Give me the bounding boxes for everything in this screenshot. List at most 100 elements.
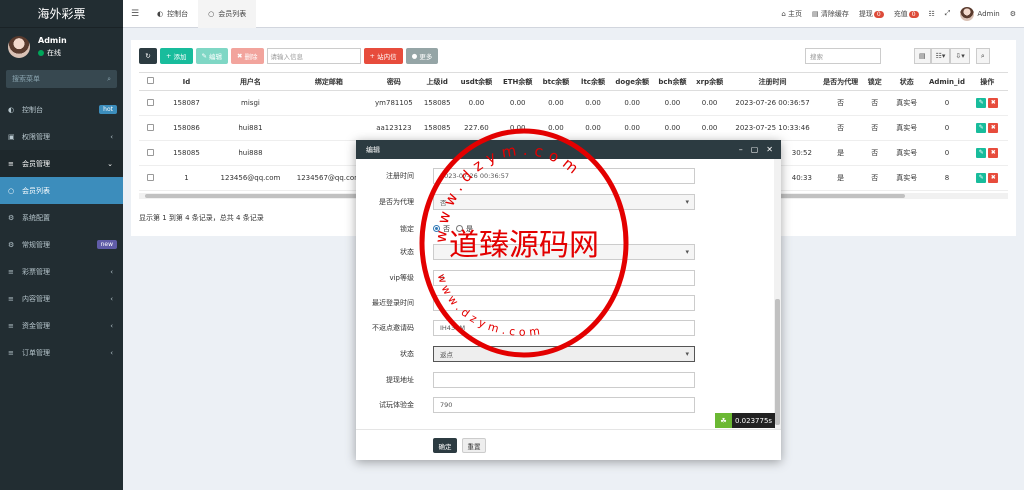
- col-header[interactable]: 用户名: [211, 72, 290, 91]
- sidebar-item-system-config[interactable]: ⚙ 系统配置: [0, 204, 123, 231]
- row-checkbox[interactable]: [139, 165, 162, 191]
- tab-dashboard[interactable]: ◐ 控制台: [147, 0, 198, 28]
- row-edit-icon[interactable]: ✎: [976, 98, 987, 108]
- sidebar-item-funds[interactable]: ≡ 资金管理 ‹: [0, 312, 123, 339]
- col-header[interactable]: usdt余额: [454, 72, 499, 91]
- is-agent-select[interactable]: 否: [433, 193, 695, 210]
- cell: 8: [927, 165, 967, 191]
- minimize-icon[interactable]: –: [739, 145, 743, 154]
- sidebar-item-lottery[interactable]: ≡ 彩票管理 ‹: [0, 258, 123, 285]
- row-delete-icon[interactable]: ✖: [988, 173, 999, 183]
- table-header-row: Id 用户名 绑定邮箱 密码 上级id usdt余额 ETH余额 btc余额 l…: [139, 72, 1008, 91]
- last-login-input[interactable]: [433, 294, 695, 311]
- recharge-link[interactable]: 充值 0: [894, 9, 919, 19]
- row-edit-icon[interactable]: ✎: [976, 148, 987, 158]
- cell: 1: [161, 165, 212, 191]
- settings-gear-icon[interactable]: ⚙: [1010, 10, 1016, 18]
- refresh-button[interactable]: ↻: [139, 48, 157, 64]
- delete-button[interactable]: ✖ 删除: [231, 48, 264, 64]
- row-checkbox[interactable]: [139, 90, 162, 116]
- menu-toggle-icon[interactable]: ☰: [123, 9, 147, 19]
- rebate-status-select[interactable]: 返点: [433, 345, 695, 362]
- language-icon[interactable]: ☷: [929, 10, 935, 18]
- row-delete-icon[interactable]: ✖: [988, 123, 999, 133]
- col-header[interactable]: ETH余额: [498, 72, 538, 91]
- refresh-icon: ↻: [145, 52, 151, 60]
- sidebar-item-general[interactable]: ⚙ 常规管理 new: [0, 231, 123, 258]
- lock-radio-yes[interactable]: 是: [456, 224, 473, 234]
- reset-button[interactable]: 重置: [462, 438, 486, 453]
- debug-timer[interactable]: ☘ 0.023775s: [715, 413, 776, 428]
- clear-cache-link[interactable]: ▤ 清除缓存: [812, 9, 849, 19]
- fullscreen-icon[interactable]: ⤢: [945, 9, 951, 18]
- admin-menu[interactable]: Admin: [960, 6, 1000, 21]
- sidebar-item-orders[interactable]: ≡ 订单管理 ‹: [0, 339, 123, 366]
- vip-level-input[interactable]: 0: [433, 269, 695, 286]
- more-button[interactable]: ● 更多: [405, 48, 439, 64]
- row-edit-icon[interactable]: ✎: [976, 123, 987, 133]
- col-header[interactable]: Id: [161, 72, 212, 91]
- edit-button[interactable]: ✎ 编辑: [195, 48, 229, 64]
- gear-icon: ⚙: [8, 213, 15, 222]
- new-badge: new: [96, 240, 117, 249]
- row-delete-icon[interactable]: ✖: [988, 98, 999, 108]
- cell: 2023-07-25 10:33:46: [727, 115, 818, 141]
- sidebar-item-permission[interactable]: ▣ 权限管理 ‹: [0, 123, 123, 150]
- invite-code-input[interactable]: IH43BM: [433, 319, 695, 336]
- sidebar-item-content[interactable]: ≡ 内容管理 ‹: [0, 285, 123, 312]
- cell: 158085: [419, 115, 455, 141]
- col-header[interactable]: 状态: [886, 72, 928, 91]
- export-button[interactable]: ⇩▾: [950, 48, 970, 64]
- confirm-button[interactable]: 确定: [433, 438, 457, 453]
- sidebar-item-dashboard[interactable]: ◐ 控制台 hot: [0, 96, 123, 123]
- sidebar-item-members[interactable]: ≡ 会员管理 ⌄: [0, 150, 123, 177]
- search-toggle-button[interactable]: ⌕: [975, 48, 990, 64]
- info-search-input[interactable]: 请输入信息: [266, 48, 361, 64]
- col-header[interactable]: bch余额: [652, 72, 693, 91]
- col-header[interactable]: 注册时间: [727, 72, 818, 91]
- col-header[interactable]: 绑定邮箱: [289, 72, 369, 91]
- withdraw-address-input[interactable]: [433, 371, 695, 388]
- trial-bonus-input[interactable]: 790: [433, 396, 695, 413]
- search-icon: ⌕: [980, 51, 985, 60]
- table-search-input[interactable]: 搜索: [805, 48, 881, 64]
- table-row[interactable]: 158086 hui881 aa123123 158085 227.60 0.0…: [139, 115, 1008, 141]
- add-button[interactable]: + 添加: [160, 48, 193, 64]
- close-icon[interactable]: ✕: [766, 145, 773, 154]
- toggle-view-button[interactable]: ▤: [914, 48, 931, 64]
- home-link[interactable]: ⌂ 主页: [781, 9, 802, 19]
- chevron-left-icon: ‹: [110, 321, 113, 330]
- dialog-titlebar[interactable]: 编辑 – ▢ ✕: [356, 140, 781, 159]
- col-header[interactable]: doge余额: [611, 72, 653, 91]
- select-all-checkbox[interactable]: [139, 72, 162, 91]
- col-header[interactable]: 密码: [368, 72, 420, 91]
- dialog-scrollbar[interactable]: [774, 159, 781, 429]
- col-header[interactable]: btc余额: [537, 72, 575, 91]
- site-message-button[interactable]: + 站内信: [363, 48, 403, 64]
- withdraw-link[interactable]: 提现 0: [859, 9, 884, 19]
- row-actions: ✎ ✖: [966, 115, 1008, 141]
- menu-search-input[interactable]: 搜索菜单 ⌕: [6, 70, 117, 88]
- sidebar-item-member-list[interactable]: ○ 会员列表: [0, 177, 123, 204]
- row-checkbox[interactable]: [139, 140, 162, 166]
- cell: 0.00: [652, 115, 693, 141]
- row-delete-icon[interactable]: ✖: [988, 148, 999, 158]
- tab-member-list[interactable]: ○ 会员列表: [198, 0, 257, 28]
- col-header[interactable]: 上级id: [419, 72, 455, 91]
- lock-radio-no[interactable]: 否: [433, 224, 450, 234]
- col-header[interactable]: ltc余额: [574, 72, 612, 91]
- row-edit-icon[interactable]: ✎: [976, 173, 987, 183]
- field-label: 不返点邀请码: [372, 323, 414, 332]
- maximize-icon[interactable]: ▢: [751, 145, 759, 154]
- toolbar: ↻ + 添加 ✎ 编辑 ✖ 删除 请输入信息 + 站内信 ● 更多: [139, 48, 439, 64]
- cell: 否: [817, 115, 864, 141]
- col-header[interactable]: xrp余额: [692, 72, 728, 91]
- columns-button[interactable]: ☷▾: [930, 48, 951, 64]
- row-checkbox[interactable]: [139, 115, 162, 141]
- col-header[interactable]: 锁定: [863, 72, 887, 91]
- col-header[interactable]: 是否为代理: [817, 72, 864, 91]
- register-time-input[interactable]: 2023-07-26 00:36:57: [433, 167, 695, 184]
- table-row[interactable]: 158087 misgi ym781105 158085 0.00 0.00 0…: [139, 90, 1008, 116]
- status-select[interactable]: [433, 243, 695, 260]
- col-header[interactable]: Admin_id: [927, 72, 967, 91]
